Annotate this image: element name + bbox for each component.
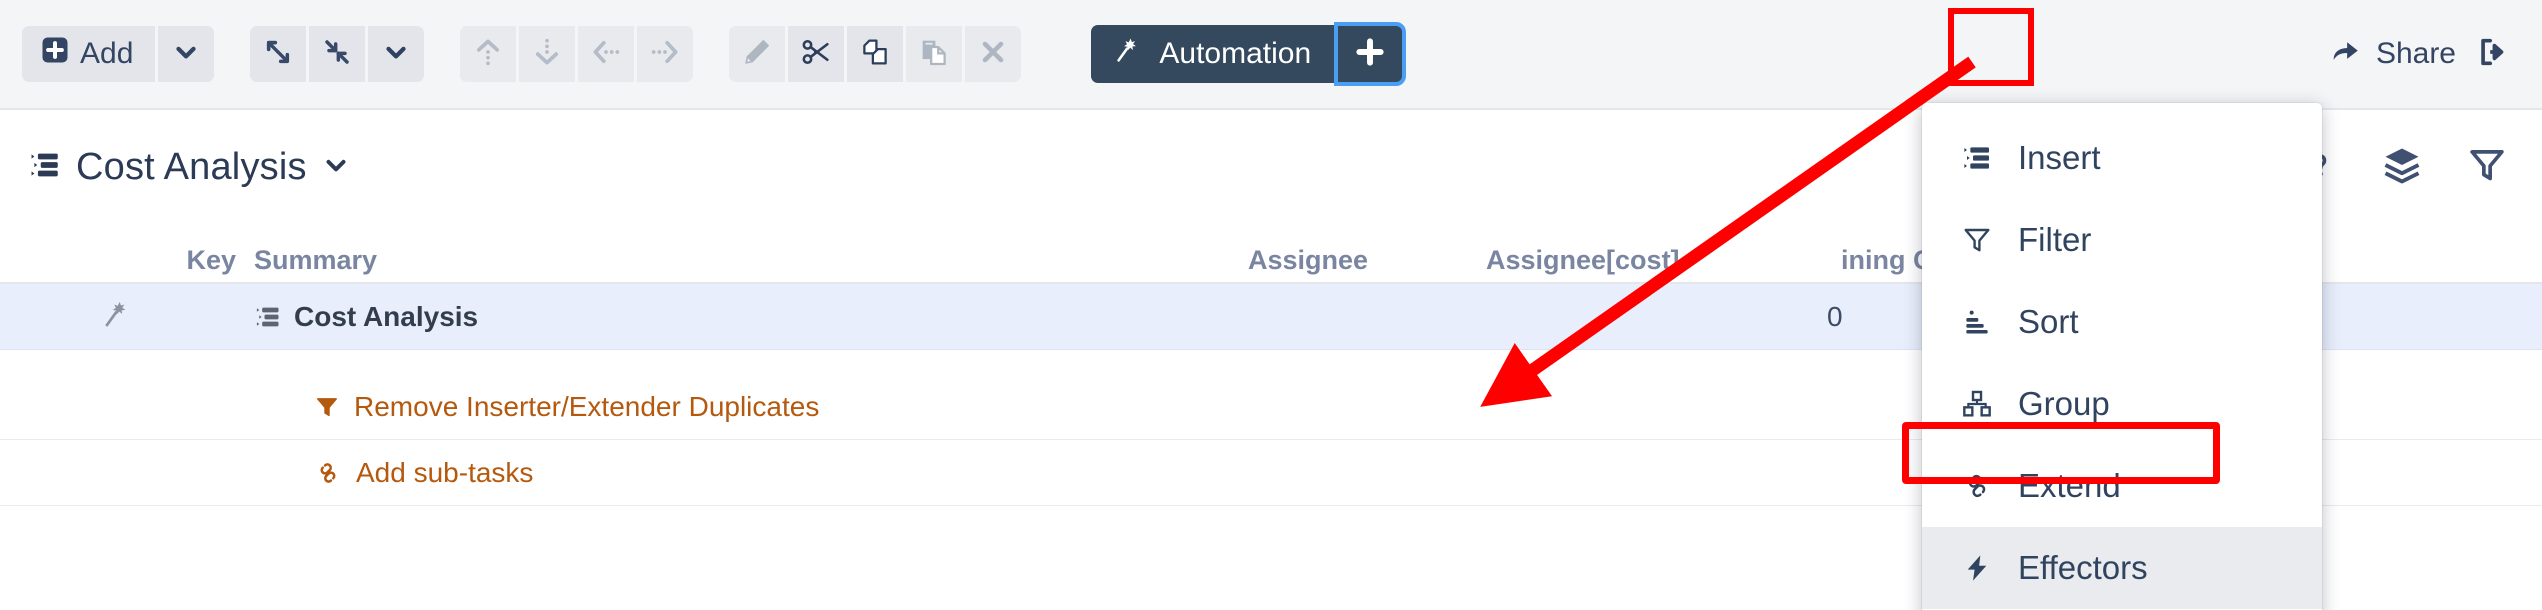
arrow-right-dotted-icon <box>648 35 682 74</box>
plus-square-icon <box>40 35 70 73</box>
menu-item-group[interactable]: Group <box>1922 363 2322 445</box>
row-summary-label: Remove Inserter/Extender Duplicates <box>354 390 820 422</box>
plus-icon <box>1353 35 1387 74</box>
row-assignee-cell <box>1236 440 1472 505</box>
menu-item-effectors[interactable]: Effectors <box>1922 527 2322 609</box>
sort-icon <box>1958 306 1996 338</box>
main-toolbar: Add Automation Share <box>0 0 2542 110</box>
automation-group: Automation <box>1091 22 1407 86</box>
page-title: Cost Analysis <box>76 145 307 188</box>
exit-button[interactable] <box>2466 35 2520 74</box>
menu-item-filter[interactable]: Filter <box>1922 199 2322 281</box>
chevron-down-icon <box>171 37 201 72</box>
expand-collapse-group <box>250 26 425 82</box>
column-header-assignee[interactable]: Assignee <box>1236 245 1472 282</box>
cut-button[interactable] <box>788 26 845 82</box>
row-summary-cell: Cost Analysis <box>236 284 1236 349</box>
title-row-actions <box>2302 143 2542 192</box>
expand-dropdown-button[interactable] <box>368 26 425 82</box>
paste-icon <box>917 35 951 74</box>
row-assignee-cell <box>1236 284 1472 349</box>
automation-label: Automation <box>1159 37 1312 70</box>
menu-item-sort[interactable]: Sort <box>1922 281 2322 363</box>
close-x-icon <box>977 36 1009 73</box>
filter-funnel-icon <box>314 394 340 420</box>
automation-add-menu: Insert Filter Sort Group Extend Effector… <box>1922 103 2322 610</box>
add-button-label: Add <box>80 37 134 70</box>
share-arrow-icon <box>2328 33 2362 75</box>
column-header-summary[interactable]: Summary <box>236 245 1236 282</box>
copy-button[interactable] <box>847 26 904 82</box>
edit-button[interactable] <box>729 26 786 82</box>
add-button-group: Add <box>22 26 215 82</box>
chevron-down-icon[interactable] <box>321 150 351 185</box>
menu-item-insert[interactable]: Insert <box>1922 117 2322 199</box>
automation-button[interactable]: Automation <box>1091 25 1338 83</box>
expand-all-button[interactable] <box>250 26 307 82</box>
link-chain-icon <box>314 459 342 487</box>
pencil-icon <box>740 35 774 74</box>
magic-wand-icon <box>1113 34 1145 74</box>
row-summary-label: Add sub-tasks <box>356 456 534 488</box>
move-up-button[interactable] <box>460 26 517 82</box>
row-automation-marker <box>0 297 236 336</box>
menu-item-label: Insert <box>2018 139 2101 176</box>
column-header-key[interactable]: Key <box>0 245 236 282</box>
insert-rows-icon <box>1958 142 1996 174</box>
group-boxes-icon <box>1958 388 1996 420</box>
arrow-up-dotted-icon <box>471 35 505 74</box>
menu-item-extend[interactable]: Extend <box>1922 445 2322 527</box>
collapse-all-button[interactable] <box>309 26 366 82</box>
row-summary-cell: Remove Inserter/Extender Duplicates <box>236 374 1236 439</box>
collapse-arrows-icon <box>321 36 353 73</box>
menu-item-label: Effectors <box>2018 549 2148 586</box>
paste-button[interactable] <box>906 26 963 82</box>
filter-icon[interactable] <box>2466 144 2508 191</box>
row-assignee-cost-cell <box>1472 374 1827 439</box>
exit-door-icon <box>2476 35 2510 74</box>
add-button[interactable]: Add <box>22 26 156 82</box>
menu-item-label: Filter <box>2018 221 2092 258</box>
menu-item-label: Group <box>2018 385 2110 422</box>
arrow-left-dotted-icon <box>589 35 623 74</box>
move-down-button[interactable] <box>519 26 576 82</box>
menu-item-label: Sort <box>2018 303 2079 340</box>
structure-title[interactable]: Cost Analysis <box>0 146 351 189</box>
copy-pages-icon <box>858 35 892 74</box>
row-assignee-cost-cell <box>1472 440 1827 505</box>
lightning-icon <box>1958 552 1996 584</box>
column-header-assignee-cost[interactable]: Assignee[cost] <box>1472 245 1827 282</box>
edit-group <box>729 26 1022 82</box>
structure-list-icon <box>28 148 62 187</box>
magic-wand-icon <box>101 297 135 336</box>
funnel-icon <box>1958 224 1996 256</box>
expand-arrows-icon <box>262 36 294 73</box>
structure-list-icon <box>254 303 282 331</box>
row-assignee-cost-cell <box>1472 284 1827 349</box>
move-group <box>460 26 694 82</box>
outdent-button[interactable] <box>578 26 635 82</box>
row-assignee-cell <box>1236 374 1472 439</box>
menu-item-label: Extend <box>2018 467 2121 504</box>
row-summary-cell: Add sub-tasks <box>236 440 1236 505</box>
indent-button[interactable] <box>637 26 694 82</box>
share-button[interactable]: Share <box>2318 33 2466 75</box>
row-summary-label: Cost Analysis <box>294 300 479 332</box>
delete-button[interactable] <box>965 26 1022 82</box>
layers-icon[interactable] <box>2380 143 2424 192</box>
chevron-down-icon <box>381 37 411 72</box>
arrow-down-dotted-icon <box>530 35 564 74</box>
app-root: Add Automation Share Cost Analysis Key S… <box>0 0 2542 610</box>
automation-add-button[interactable] <box>1334 22 1407 86</box>
share-label: Share <box>2375 37 2456 70</box>
link-chain-icon <box>1958 470 1996 502</box>
add-dropdown-button[interactable] <box>158 26 215 82</box>
scissors-icon <box>799 35 833 74</box>
